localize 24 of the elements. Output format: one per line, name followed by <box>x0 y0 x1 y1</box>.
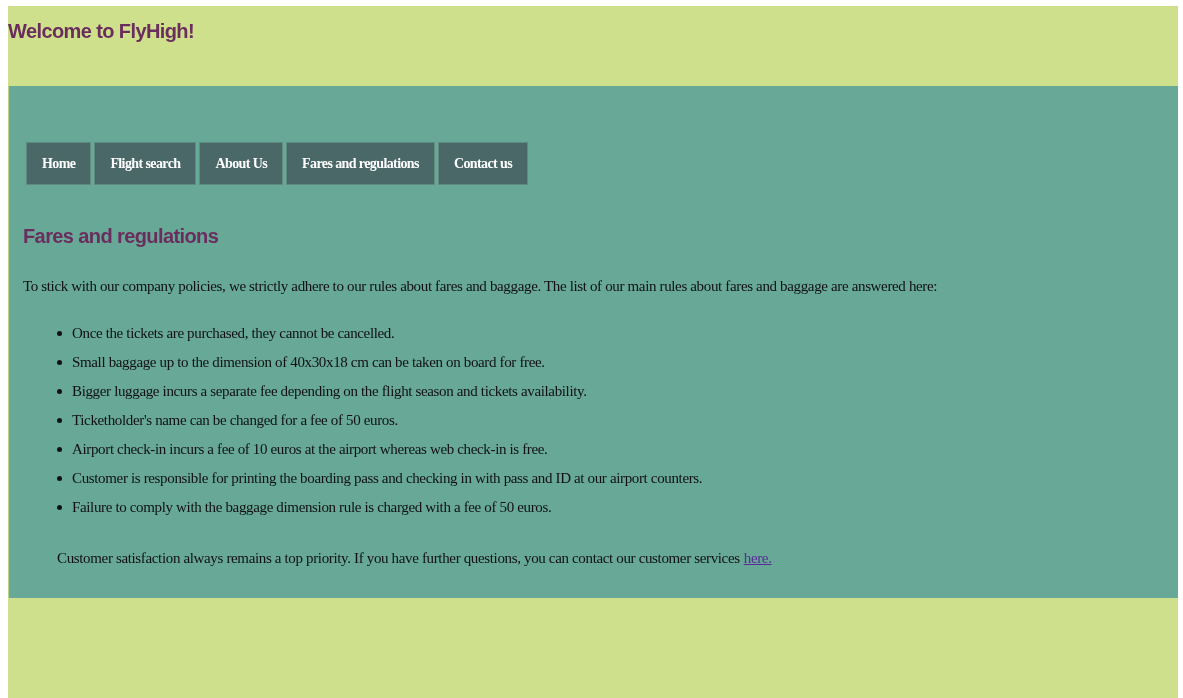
nav-tab[interactable]: Home <box>26 142 92 185</box>
nav-tab[interactable]: Fares and regulations <box>286 142 435 185</box>
intro-text: To stick with our company policies, we strictly adhere to our rules about fares and baggage. The list of our main rules about fares and baggage are answered here: <box>23 278 939 295</box>
rule-text: Airport check-in incurs a fee of 10 euros at the airport whereas web check-in is free. <box>72 441 548 458</box>
bullet-icon <box>57 331 62 336</box>
contact-link[interactable]: here. <box>743 550 772 567</box>
nav-tab[interactable]: About Us <box>199 142 284 185</box>
rule-text: Once the tickets are purchased, they cannot be cancelled. <box>72 325 395 342</box>
rule-text: Ticketholder's name can be changed for a fee of 50 euros. <box>72 412 398 429</box>
bullet-icon <box>57 476 62 481</box>
site-title: Welcome to FlyHigh! <box>8 20 195 43</box>
bullet-icon <box>57 505 62 510</box>
bullet-icon <box>57 389 62 394</box>
bullet-icon <box>57 418 62 423</box>
rule-text: Bigger luggage incurs a separate fee depending on the flight season and tickets availability. <box>72 383 587 400</box>
rule-text: Failure to comply with the baggage dimension rule is charged with a fee of 50 euros. <box>72 499 552 516</box>
nav-tab[interactable]: Contact us <box>437 142 529 185</box>
nav-tab[interactable]: Flight search <box>94 142 197 185</box>
bullet-icon <box>57 447 62 452</box>
bullet-icon <box>57 360 62 365</box>
rule-text: Small baggage up to the dimension of 40x30x18 cm can be taken on board for free. <box>72 354 545 371</box>
page-heading: Fares and regulations <box>23 225 219 248</box>
rule-text: Customer is responsible for printing the boarding pass and checking in with pass and ID at our airport counters. <box>72 470 703 487</box>
closing-text: Customer satisfaction always remains a top priority. If you have further questions, you can contact our customer services <box>57 550 740 567</box>
